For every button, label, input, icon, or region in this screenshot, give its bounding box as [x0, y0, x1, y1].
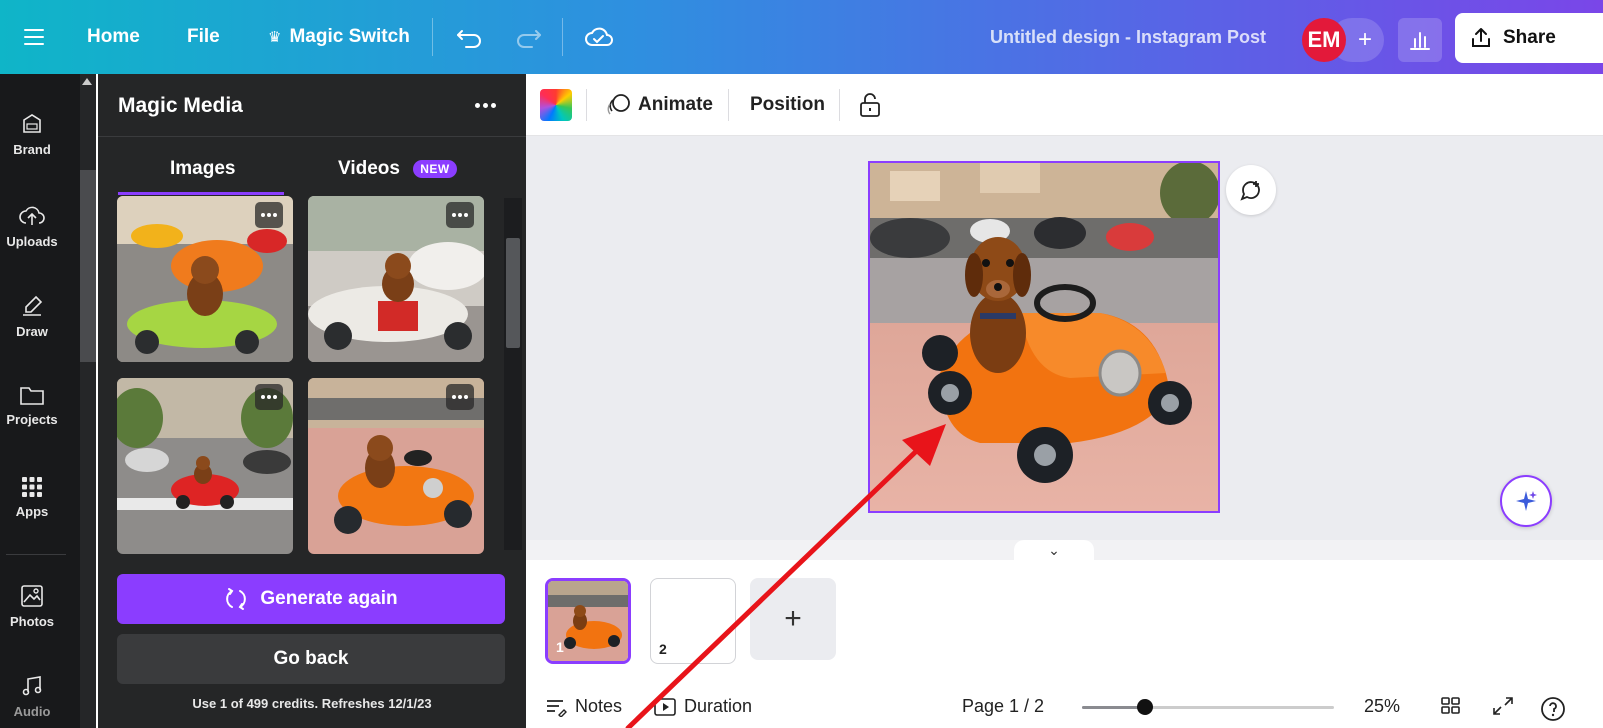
animate-label: Animate — [638, 94, 713, 115]
tab-videos[interactable]: Videos NEW — [338, 158, 457, 180]
panel-title: Magic Media — [118, 94, 243, 117]
brand-icon — [23, 114, 41, 133]
rail-item-projects[interactable]: Projects — [0, 384, 64, 427]
grid-view-icon[interactable] — [1440, 696, 1462, 716]
duration-button[interactable]: Duration — [654, 696, 752, 717]
result-image[interactable] — [308, 378, 484, 554]
rail-item-brand[interactable]: Brand — [0, 112, 64, 157]
more-options-icon[interactable] — [446, 202, 474, 228]
redo-icon[interactable] — [514, 0, 542, 74]
folder-icon — [20, 387, 44, 405]
document-title[interactable]: Untitled design - Instagram Post — [990, 0, 1266, 74]
magic-media-panel: Magic Media Images Videos NEW Generate a… — [98, 74, 526, 728]
file-menu[interactable]: File — [187, 0, 220, 74]
zoom-slider-fill — [1082, 706, 1145, 709]
apps-icon — [22, 477, 42, 497]
left-rail: Brand Uploads Draw Projects Apps Photos … — [0, 74, 80, 728]
help-icon[interactable] — [1540, 696, 1566, 722]
rail-label: Brand — [13, 142, 51, 157]
rail-label: Projects — [6, 412, 58, 427]
context-toolbar: Animate Position — [526, 74, 1603, 136]
divider — [839, 89, 840, 121]
photo-icon — [21, 585, 43, 607]
share-button[interactable]: Share — [1455, 13, 1603, 63]
top-bar: Home File ♛ Magic Switch Untitled design… — [0, 0, 1603, 74]
avatar[interactable]: EM — [1302, 18, 1346, 62]
upload-icon — [19, 206, 45, 225]
more-options-icon[interactable] — [470, 90, 500, 120]
play-icon — [654, 697, 676, 716]
more-options-icon[interactable] — [255, 202, 283, 228]
result-image[interactable] — [117, 196, 293, 362]
page-number: 2 — [659, 641, 667, 657]
panel-scrollbar-thumb[interactable] — [506, 238, 520, 348]
selected-dog-car-image[interactable] — [870, 161, 1220, 511]
zoom-slider-handle[interactable] — [1137, 699, 1153, 715]
refresh-icon — [226, 588, 247, 610]
design-page[interactable] — [868, 161, 1220, 513]
more-options-icon[interactable] — [446, 384, 474, 410]
duration-label: Duration — [684, 696, 753, 716]
divider — [586, 89, 587, 121]
go-back-button[interactable]: Go back — [117, 634, 505, 684]
hamburger-icon[interactable] — [22, 0, 46, 74]
divider — [98, 136, 526, 137]
undo-icon[interactable] — [456, 0, 484, 74]
more-options-icon[interactable] — [255, 384, 283, 410]
music-icon — [22, 676, 42, 696]
rail-label: Photos — [9, 614, 55, 629]
page-indicator[interactable]: Page 1 / 2 — [962, 696, 1044, 717]
divider — [728, 89, 729, 121]
generate-again-button[interactable]: Generate again — [117, 574, 505, 624]
cloud-saved-icon[interactable] — [584, 0, 614, 74]
page-number: 1 — [556, 639, 564, 655]
chart-icon[interactable] — [1398, 18, 1442, 62]
result-image[interactable] — [308, 196, 484, 362]
lock-icon[interactable] — [858, 74, 882, 136]
divider — [562, 18, 563, 56]
tab-videos-label: Videos — [338, 158, 400, 179]
rail-label: Draw — [16, 324, 48, 339]
animate-button[interactable]: Animate — [606, 74, 713, 136]
rail-item-uploads[interactable]: Uploads — [0, 204, 64, 249]
position-button[interactable]: Position — [750, 74, 825, 136]
rail-item-apps[interactable]: Apps — [0, 476, 64, 519]
draw-icon — [23, 295, 43, 316]
share-label: Share — [1503, 27, 1556, 48]
credits-text: Use 1 of 499 credits. Refreshes 12/1/23 — [192, 696, 432, 711]
add-comment-icon[interactable] — [1226, 165, 1276, 215]
rail-item-audio[interactable]: Audio — [0, 674, 64, 719]
chevron-down-icon[interactable]: ⌄ — [1014, 540, 1094, 560]
share-icon — [1472, 28, 1490, 47]
zoom-percent[interactable]: 25% — [1364, 696, 1400, 717]
add-page-button[interactable]: + — [750, 578, 836, 660]
rail-label: Audio — [13, 704, 51, 719]
color-picker-icon[interactable] — [540, 89, 572, 121]
page-thumbnail[interactable]: 2 — [650, 578, 736, 664]
scroll-up-arrow-icon[interactable] — [82, 78, 92, 85]
fullscreen-icon[interactable] — [1492, 696, 1514, 716]
crown-icon: ♛ — [268, 29, 282, 46]
result-image[interactable] — [117, 378, 293, 554]
divider — [6, 554, 66, 555]
animate-icon — [607, 94, 630, 115]
tab-images[interactable]: Images — [170, 158, 235, 180]
rail-item-draw[interactable]: Draw — [0, 294, 64, 339]
divider — [432, 18, 433, 56]
generate-again-label: Generate again — [260, 588, 398, 609]
rail-label: Uploads — [6, 234, 58, 249]
magic-sparkle-icon[interactable] — [1500, 475, 1552, 527]
rail-scrollbar-thumb[interactable] — [80, 170, 96, 362]
magic-switch-button[interactable]: ♛ Magic Switch — [268, 0, 410, 74]
active-tab-indicator — [118, 192, 284, 195]
page-thumbnail[interactable]: 1 — [545, 578, 631, 664]
home-menu[interactable]: Home — [87, 0, 140, 74]
new-badge: NEW — [413, 159, 457, 178]
notes-label: Notes — [575, 696, 623, 716]
rail-item-photos[interactable]: Photos — [0, 584, 64, 629]
rail-label: Apps — [15, 504, 49, 519]
notes-button[interactable]: Notes — [545, 696, 622, 717]
magic-switch-label: Magic Switch — [289, 26, 410, 47]
notes-icon — [547, 699, 567, 717]
